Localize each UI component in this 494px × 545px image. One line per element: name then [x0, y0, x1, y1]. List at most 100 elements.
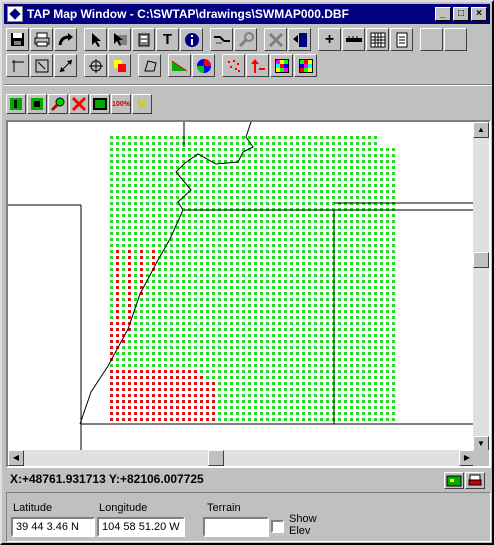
vertical-scroll-thumb[interactable] — [473, 252, 489, 268]
coverage-dot — [206, 154, 209, 157]
resize-button[interactable] — [54, 54, 77, 77]
sites-button[interactable] — [222, 54, 245, 77]
clear-button[interactable] — [69, 94, 89, 114]
measure-button[interactable] — [210, 28, 233, 51]
coverage-dot — [164, 352, 167, 355]
coverage-dot — [356, 370, 359, 373]
coverage-dot — [236, 214, 239, 217]
redo-button[interactable] — [54, 28, 77, 51]
terrain-field[interactable] — [203, 517, 269, 537]
coverage-dot — [152, 352, 155, 355]
coverage-dot — [392, 160, 395, 163]
diagonal-arrow-icon — [58, 58, 74, 74]
percent-button[interactable]: 100% — [111, 94, 131, 114]
coverage-dot — [374, 304, 377, 307]
coverage-dot — [194, 214, 197, 217]
coverage-dot — [182, 358, 185, 361]
globe-button[interactable] — [192, 54, 215, 77]
coverage-dot — [308, 202, 311, 205]
coverage-dot — [278, 184, 281, 187]
study-grid-button[interactable] — [294, 54, 317, 77]
coverage-dot — [224, 214, 227, 217]
antenna-button[interactable] — [246, 54, 269, 77]
properties-button[interactable] — [132, 28, 155, 51]
coverage-map[interactable] — [8, 122, 475, 452]
coverage-dot — [116, 268, 119, 271]
coverage-dot — [284, 400, 287, 403]
receiver-button[interactable] — [27, 94, 47, 114]
reset-button[interactable]: R — [132, 94, 152, 114]
coverage-dot — [194, 400, 197, 403]
polygon-button[interactable] — [138, 54, 161, 77]
horizontal-scroll-thumb[interactable] — [208, 450, 224, 466]
coverage-dot — [356, 160, 359, 163]
text-button[interactable]: T — [156, 28, 179, 51]
line-button[interactable] — [6, 54, 29, 77]
horizontal-scrollbar[interactable]: ◀ ▶ — [8, 450, 475, 466]
map-status-button[interactable] — [444, 472, 464, 489]
coverage-dot — [296, 334, 299, 337]
save-button[interactable] — [6, 28, 29, 51]
coverage-dot — [218, 154, 221, 157]
select-button[interactable] — [84, 28, 107, 51]
notes-button[interactable] — [390, 28, 413, 51]
coverage-dot — [320, 262, 323, 265]
delete-button[interactable] — [264, 28, 287, 51]
tools-button[interactable] — [234, 28, 257, 51]
close-button[interactable]: × — [471, 7, 487, 21]
coverage-dot — [266, 214, 269, 217]
blank-button-2[interactable] — [444, 28, 467, 51]
info-button[interactable] — [180, 28, 203, 51]
coverage-dot — [308, 178, 311, 181]
rect-button[interactable] — [30, 54, 53, 77]
coverage-dot — [350, 262, 353, 265]
grid-button[interactable] — [366, 28, 389, 51]
scroll-left-button[interactable]: ◀ — [8, 450, 24, 466]
coverage-dot — [386, 346, 389, 349]
ruler-button[interactable] — [342, 28, 365, 51]
pan-button[interactable] — [84, 54, 107, 77]
vertical-scrollbar[interactable]: ▲ ▼ — [473, 122, 489, 452]
coverage-dot — [308, 406, 311, 409]
print-button[interactable] — [30, 28, 53, 51]
show-elev-checkbox[interactable] — [271, 520, 284, 533]
coverage-dot — [338, 364, 341, 367]
coverage-dot — [230, 226, 233, 229]
coverage-dot — [260, 214, 263, 217]
title-bar[interactable]: TAP Map Window - C:\SWTAP\drawings\SWMAP… — [4, 4, 490, 24]
coverage-dot — [158, 382, 161, 385]
coverage-grid-button[interactable] — [270, 54, 293, 77]
zoom-button[interactable] — [48, 94, 68, 114]
coverage-dot — [236, 322, 239, 325]
coverage-dot — [338, 394, 341, 397]
app-icon[interactable] — [7, 6, 23, 22]
coverage-dot — [134, 370, 137, 373]
terrain-button[interactable] — [168, 54, 191, 77]
coverage-dot — [122, 190, 125, 193]
exit-button[interactable] — [288, 28, 311, 51]
scroll-up-button[interactable]: ▲ — [473, 122, 489, 138]
print-status-button[interactable] — [465, 472, 485, 489]
coverage-dot — [242, 328, 245, 331]
coverage-dot — [242, 292, 245, 295]
latitude-field[interactable]: 39 44 3.46 N — [11, 517, 95, 537]
map-canvas[interactable] — [8, 122, 475, 452]
blank-button-1[interactable] — [420, 28, 443, 51]
layers-button[interactable] — [108, 54, 131, 77]
maximize-button[interactable]: □ — [453, 7, 469, 21]
view-button[interactable] — [90, 94, 110, 114]
add-button[interactable]: + — [318, 28, 341, 51]
coverage-dot — [242, 268, 245, 271]
coverage-dot — [140, 358, 143, 361]
select-area-button[interactable] — [108, 28, 131, 51]
coverage-dot — [170, 202, 173, 205]
tower-button[interactable] — [6, 94, 26, 114]
minimize-button[interactable]: _ — [435, 7, 451, 21]
coverage-dot — [368, 190, 371, 193]
longitude-field[interactable]: 104 58 51.20 W — [97, 517, 185, 537]
coverage-dot — [374, 322, 377, 325]
map-view[interactable]: ▲ ▼ ◀ ▶ — [6, 120, 491, 468]
coverage-dot — [152, 286, 155, 289]
coverage-dot — [242, 322, 245, 325]
coverage-dot — [362, 238, 365, 241]
